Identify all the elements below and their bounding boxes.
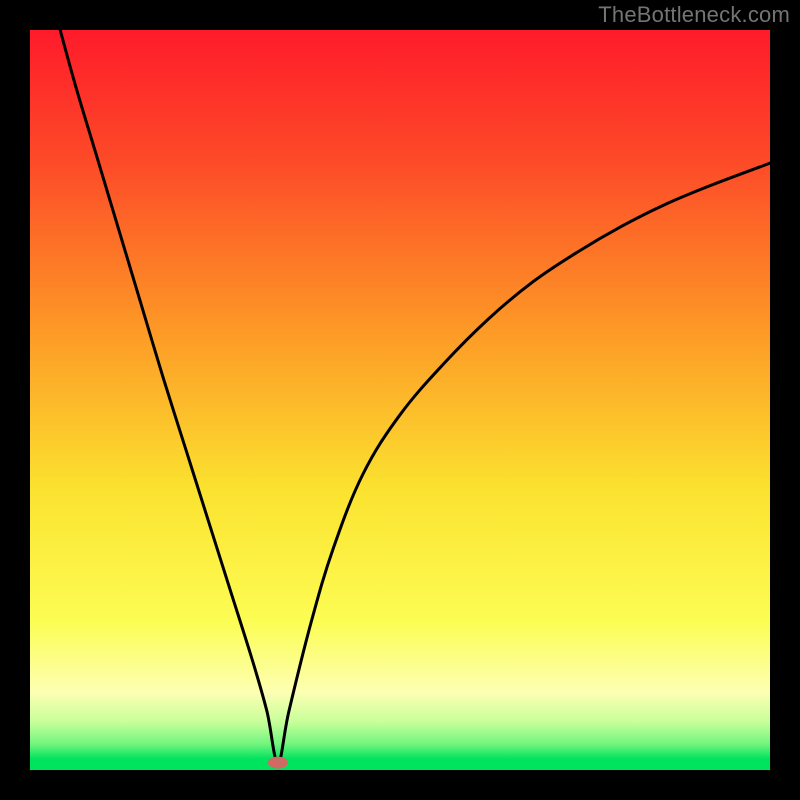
chart-svg (30, 30, 770, 770)
gradient-background (30, 30, 770, 770)
optimal-point-marker (268, 757, 288, 769)
watermark-text: TheBottleneck.com (598, 2, 790, 28)
green-baseline (30, 761, 770, 770)
plot-area (30, 30, 770, 770)
chart-frame: TheBottleneck.com (0, 0, 800, 800)
